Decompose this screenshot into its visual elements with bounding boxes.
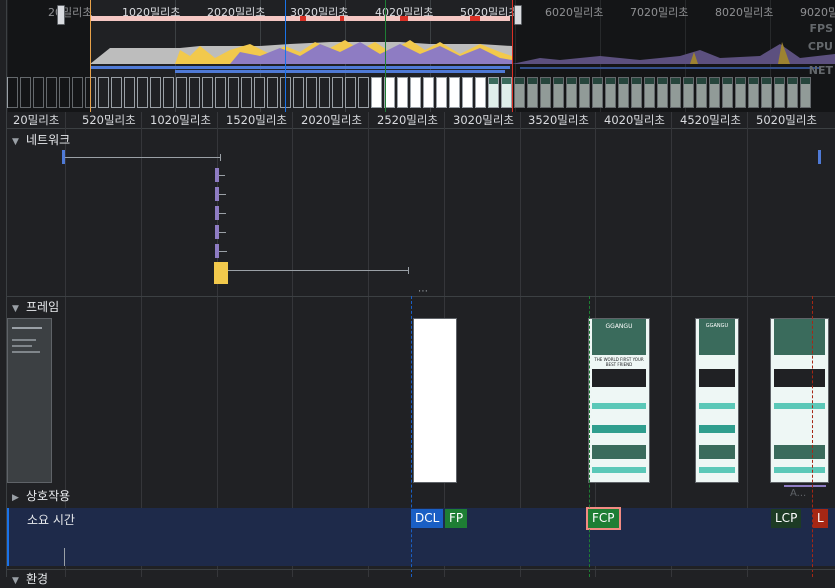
network-request-whisker-end	[220, 154, 221, 161]
environment-section-header[interactable]: ▼ 환경	[0, 569, 835, 588]
frame-thumbnail[interactable]: GGANGU	[695, 318, 739, 483]
interactions-section-header[interactable]: ▶ 상호작용	[0, 487, 835, 505]
filmstrip-frame[interactable]	[410, 77, 421, 108]
collapse-triangle-icon[interactable]: ▼	[0, 576, 26, 586]
filmstrip-frame[interactable]	[98, 77, 109, 108]
fps-drop	[400, 16, 408, 21]
load-marker[interactable]: L	[813, 509, 828, 528]
filmstrip-frame[interactable]	[137, 77, 148, 108]
ruler-label: 2520밀리초	[377, 113, 439, 127]
selection-dim-left	[8, 0, 90, 112]
filmstrip-frame[interactable]	[111, 77, 122, 108]
ruler-label: 520밀리초	[82, 113, 136, 127]
timings-section-title: 소요 시간	[27, 513, 75, 527]
filmstrip-frame[interactable]	[150, 77, 161, 108]
fcp-marker[interactable]: FCP	[586, 507, 621, 530]
ruler-label: 3020밀리초	[453, 113, 515, 127]
filmstrip-frame[interactable]	[202, 77, 213, 108]
filmstrip-frame[interactable]	[293, 77, 304, 108]
filmstrip-frame[interactable]	[332, 77, 343, 108]
frames-section-header[interactable]: ▼ 프레임	[0, 298, 835, 316]
network-request-whisker	[65, 157, 220, 158]
filmstrip-frame[interactable]	[254, 77, 265, 108]
fps-drop	[340, 16, 344, 21]
fps-drop	[470, 16, 480, 21]
network-section-title: 네트워크	[26, 133, 71, 147]
filmstrip-frame[interactable]	[449, 77, 460, 108]
network-request-whisker	[228, 270, 408, 271]
filmstrip-frame[interactable]	[241, 77, 252, 108]
network-request-whisker	[219, 175, 225, 176]
filmstrip-frame[interactable]	[267, 77, 278, 108]
network-request-whisker	[219, 213, 226, 214]
interactions-section-title: 상호작용	[26, 489, 71, 503]
filmstrip-frame[interactable]	[189, 77, 200, 108]
selection-handle-right[interactable]	[514, 5, 522, 25]
net-track	[175, 70, 505, 73]
network-request-whisker	[219, 194, 226, 195]
marker-line	[385, 0, 386, 112]
net-track	[90, 66, 510, 69]
ruler-label: 3520밀리초	[528, 113, 590, 127]
fps-drop	[300, 16, 306, 21]
filmstrip-frame[interactable]	[215, 77, 226, 108]
filmstrip-frame[interactable]	[228, 77, 239, 108]
filmstrip-frame[interactable]	[397, 77, 408, 108]
filmstrip-frame[interactable]	[475, 77, 486, 108]
network-request[interactable]	[214, 262, 228, 284]
left-gutter	[0, 0, 7, 577]
lcp-marker[interactable]: LCP	[771, 509, 802, 528]
filmstrip-frame[interactable]	[319, 77, 330, 108]
ruler-label: 4020밀리초	[604, 113, 666, 127]
frame-thumbnail-blank[interactable]	[413, 318, 457, 483]
time-ruler[interactable]: 20밀리초 520밀리초 1020밀리초 1520밀리초 2020밀리초 252…	[0, 112, 835, 129]
ruler-label: 5020밀리초	[756, 113, 818, 127]
filmstrip-frame[interactable]	[124, 77, 135, 108]
ruler-label: 1020밀리초	[150, 113, 212, 127]
filmstrip-frame[interactable]	[423, 77, 434, 108]
timing-tick	[64, 548, 65, 566]
filmstrip-frame[interactable]	[462, 77, 473, 108]
selection-dim-right	[512, 0, 835, 112]
filmstrip-frame[interactable]	[488, 77, 499, 108]
filmstrip-frame[interactable]	[371, 77, 382, 108]
fcp-marker-line	[589, 296, 591, 577]
filmstrip-frame[interactable]	[501, 77, 512, 108]
network-request-whisker-end	[408, 267, 409, 274]
selection-handle-left[interactable]	[57, 5, 65, 25]
frame-thumbnail[interactable]	[770, 318, 829, 483]
interaction-label: A...	[790, 488, 807, 499]
filmstrip-frame[interactable]	[436, 77, 447, 108]
ruler-label: 1520밀리초	[226, 113, 288, 127]
timeline-overview[interactable]: 20밀리초 1020밀리초 2020밀리초 3020밀리초 4020밀리초 50…	[0, 0, 835, 112]
frame-thumbnail[interactable]: GGANGU THE WORLD FIRST YOUR BEST FRIEND	[588, 318, 650, 483]
network-request-whisker	[219, 232, 226, 233]
frame-thumbnail[interactable]	[7, 318, 52, 483]
filmstrip-frame[interactable]	[176, 77, 187, 108]
ruler-label: 4520밀리초	[680, 113, 742, 127]
environment-section-title: 환경	[26, 572, 49, 586]
frames-section-title: 프레임	[26, 300, 60, 314]
network-request-whisker	[219, 251, 227, 252]
filmstrip-frame[interactable]	[306, 77, 317, 108]
dcl-marker-line	[411, 296, 413, 577]
marker-line	[285, 0, 286, 112]
network-section-header[interactable]: ▼ 네트워크	[0, 131, 835, 149]
filmstrip-frame[interactable]	[358, 77, 369, 108]
filmstrip-frame[interactable]	[163, 77, 174, 108]
fp-marker[interactable]: FP	[445, 509, 468, 528]
dcl-marker[interactable]: DCL	[411, 509, 444, 528]
selection-edge	[512, 0, 513, 112]
ruler-label: 20밀리초	[13, 113, 60, 127]
selection-edge	[90, 0, 91, 112]
filmstrip-frame[interactable]	[345, 77, 356, 108]
load-marker-line	[812, 296, 814, 577]
ruler-label: 2020밀리초	[301, 113, 363, 127]
network-request[interactable]	[818, 150, 821, 164]
